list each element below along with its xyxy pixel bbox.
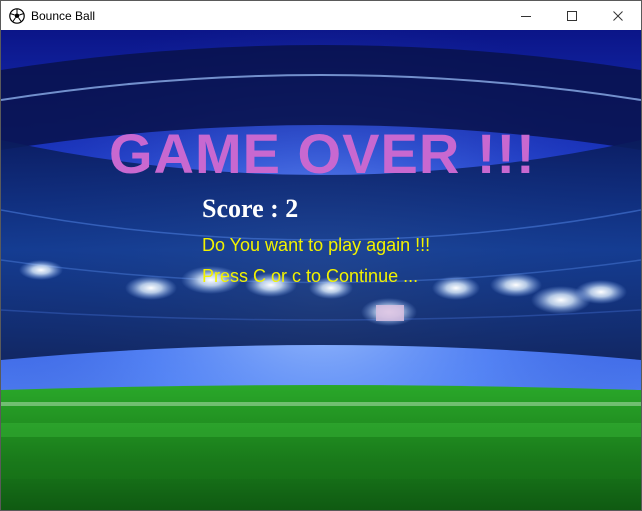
game-over-headline: GAME OVER !!!: [109, 122, 536, 185]
window-title: Bounce Ball: [31, 8, 96, 23]
minimize-button[interactable]: [503, 1, 549, 30]
minimize-icon: [521, 15, 531, 17]
soccer-ball-icon: [9, 7, 25, 24]
score-label: Score : 2: [202, 194, 299, 223]
title-bar[interactable]: Bounce Ball: [1, 1, 641, 30]
game-window: Bounce Ball GAME OVER !!! Score: 2 Do Y…: [0, 0, 642, 511]
window-controls: [503, 1, 641, 30]
maximize-icon: [567, 10, 577, 21]
play-again-prompt: Do You want to play again !!!: [202, 235, 431, 255]
close-button[interactable]: [595, 1, 641, 30]
close-icon: [613, 10, 623, 21]
continue-instruction: Press C or c to Continue ...: [202, 266, 419, 286]
game-canvas[interactable]: GAME OVER !!! Score : 2 Do You want to p…: [1, 30, 641, 510]
maximize-button[interactable]: [549, 1, 595, 30]
